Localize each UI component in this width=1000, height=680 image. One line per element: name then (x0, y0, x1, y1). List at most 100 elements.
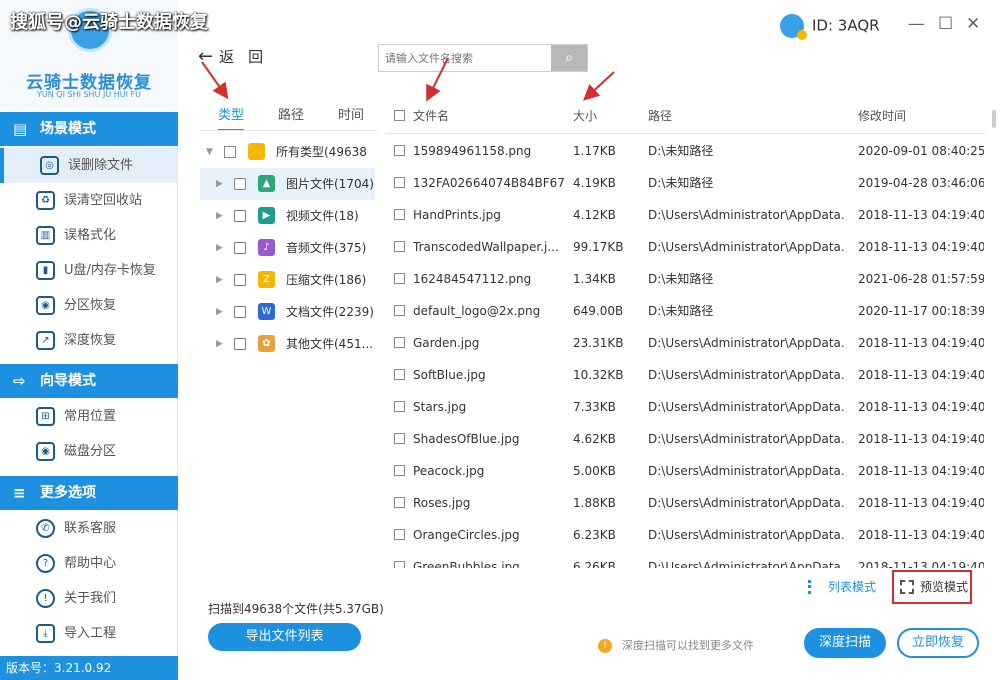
checkbox[interactable] (234, 306, 246, 318)
row-checkbox[interactable] (394, 465, 405, 476)
sidebar-item-label: 误清空回收站 (64, 193, 143, 208)
sidebar-item-deleted-files[interactable]: ◎ 误删除文件 (0, 148, 178, 183)
recycle-bin-icon: ♻ (36, 191, 55, 210)
sidebar-item-usb[interactable]: ▮ U盘/内存卡恢复 (0, 253, 178, 288)
cell-path: D:\Users\Administrator\AppData... (648, 240, 844, 254)
table-row[interactable]: Peacock.jpg 5.00KB D:\Users\Administrator\… (386, 455, 986, 487)
sidebar-item-deep[interactable]: ↗ 深度恢复 (0, 323, 178, 358)
table-row[interactable]: Roses.jpg 1.88KB D:\Users\Administrator\Ap… (386, 487, 986, 519)
tab-path[interactable]: 路径 (278, 104, 304, 129)
expand-right-icon[interactable]: ▶ (216, 264, 223, 296)
table-row[interactable]: ShadesOfBlue.jpg 4.62KB D:\Users\Administr… (386, 423, 986, 455)
tree-item-all[interactable]: ▼ 所有类型(49638) (200, 136, 375, 168)
header-modified-time[interactable]: 修改时间 (858, 98, 984, 134)
folder-icon (248, 143, 265, 160)
row-checkbox[interactable] (394, 497, 405, 508)
row-checkbox[interactable] (394, 241, 405, 252)
cell-modified-time: 2018-11-13 04:19:40 (858, 240, 984, 254)
maximize-button[interactable]: ☐ (938, 14, 953, 34)
table-row[interactable]: OrangeCircles.jpg 6.23KB D:\Users\Administ… (386, 519, 986, 551)
cell-size: 99.17KB (573, 240, 624, 254)
preview-mode-button[interactable]: 预览模式 (892, 570, 972, 604)
table-row[interactable]: Stars.jpg 7.33KB D:\Users\Administrator\Ap… (386, 391, 986, 423)
sidebar-item-import[interactable]: ⤓ 导入工程 (0, 616, 178, 651)
sidebar-item-disk-partition[interactable]: ◉ 磁盘分区 (0, 434, 178, 469)
tab-time[interactable]: 时间 (338, 104, 364, 129)
checkbox[interactable] (234, 274, 246, 286)
table-row[interactable]: GreenBubbles.jpg 6.26KB D:\Users\Administr… (386, 551, 986, 568)
cell-modified-time: 2018-11-13 04:19:40 (858, 560, 984, 568)
tree-item-images[interactable]: ▶ ▲ 图片文件(1704) (200, 168, 375, 200)
expand-right-icon[interactable]: ▶ (216, 232, 223, 264)
sidebar-item-partition[interactable]: ◉ 分区恢复 (0, 288, 178, 323)
back-button[interactable]: ← 返回 (198, 46, 263, 67)
table-row[interactable]: 132FA02664074B84BF67... 4.19KB D:\未知路径 2019… (386, 167, 986, 199)
tree-item-videos[interactable]: ▶ ▶ 视频文件(18) (200, 200, 375, 232)
sidebar-item-about[interactable]: ! 关于我们 (0, 581, 178, 616)
table-row[interactable]: SoftBlue.jpg 10.32KB D:\Users\Administrato… (386, 359, 986, 391)
checkbox[interactable] (234, 242, 246, 254)
row-checkbox[interactable] (394, 177, 405, 188)
sidebar-item-format[interactable]: ▥ 误格式化 (0, 218, 178, 253)
row-checkbox[interactable] (394, 337, 405, 348)
row-checkbox[interactable] (394, 401, 405, 412)
sidebar-item-label: 关于我们 (64, 591, 117, 606)
header-size[interactable]: 大小 (573, 98, 639, 134)
sidebar-item-recycle-bin[interactable]: ♻ 误清空回收站 (0, 183, 178, 218)
recover-now-button[interactable]: 立即恢复 (897, 628, 979, 658)
tree-item-documents[interactable]: ▶ W 文档文件(2239) (200, 296, 375, 328)
minimize-icon: — (908, 14, 925, 34)
expand-right-icon[interactable]: ▶ (216, 200, 223, 232)
row-checkbox[interactable] (394, 369, 405, 380)
expand-right-icon[interactable]: ▶ (216, 296, 223, 328)
sidebar-item-common-locations[interactable]: ⊞ 常用位置 (0, 399, 178, 434)
deep-scan-button[interactable]: 深度扫描 (804, 628, 886, 658)
expand-right-icon[interactable]: ▶ (216, 168, 223, 200)
checkbox[interactable] (234, 210, 246, 222)
sidebar-item-contact[interactable]: ✆ 联系客服 (0, 511, 178, 546)
select-all-checkbox[interactable] (394, 110, 405, 121)
tree-item-other[interactable]: ▶ ✿ 其他文件(451... (200, 328, 375, 360)
deep-scan-hint: ! 深度扫描可以找到更多文件 (598, 637, 754, 653)
close-button[interactable]: ✕ (966, 14, 980, 34)
scrollbar[interactable] (992, 110, 996, 128)
tree-item-audio[interactable]: ▶ ♪ 音频文件(375) (200, 232, 375, 264)
cell-size: 4.12KB (573, 208, 616, 222)
checkbox[interactable] (234, 338, 246, 350)
zip-icon: Z (258, 271, 275, 288)
header-filename[interactable]: 文件名 (413, 98, 565, 134)
row-checkbox[interactable] (394, 273, 405, 284)
tab-type[interactable]: 类型 (218, 104, 245, 131)
table-row[interactable]: default_logo@2x.png 649.00B D:\未知路径 2020-11… (386, 295, 986, 327)
list-mode-button[interactable]: 列表模式 (808, 578, 876, 595)
search-input[interactable] (379, 45, 551, 71)
export-list-button[interactable]: 导出文件列表 (208, 623, 361, 651)
table-row[interactable]: 159894961158.png 1.17KB D:\未知路径 2020-09-01 … (386, 135, 986, 167)
expand-right-icon[interactable]: ▶ (216, 328, 223, 360)
table-row[interactable]: 162484547112.png 1.34KB D:\未知路径 2021-06-28 … (386, 263, 986, 295)
tree-item-label: 文档文件(2239) (286, 305, 374, 319)
row-checkbox[interactable] (394, 433, 405, 444)
sidebar-item-help[interactable]: ? 帮助中心 (0, 546, 178, 581)
disk-icon: ◉ (36, 442, 55, 461)
cell-size: 1.88KB (573, 496, 616, 510)
windows-icon: ⊞ (36, 407, 55, 426)
table-row[interactable]: Garden.jpg 23.31KB D:\Users\Administrator\… (386, 327, 986, 359)
partition-icon: ◉ (36, 296, 55, 315)
row-checkbox[interactable] (394, 561, 405, 568)
row-checkbox[interactable] (394, 529, 405, 540)
search-button[interactable]: ⌕ (551, 45, 587, 71)
checkbox[interactable] (224, 146, 236, 158)
header-path[interactable]: 路径 (648, 98, 844, 134)
user-account[interactable]: ID: 3AQR (780, 14, 880, 40)
table-row[interactable]: HandPrints.jpg 4.12KB D:\Users\Administrat… (386, 199, 986, 231)
row-checkbox[interactable] (394, 305, 405, 316)
expand-down-icon[interactable]: ▼ (206, 136, 213, 168)
tree-item-archives[interactable]: ▶ Z 压缩文件(186) (200, 264, 375, 296)
row-checkbox[interactable] (394, 209, 405, 220)
file-table: 文件名 大小 路径 修改时间 159894961158.png 1.17KB D:\… (386, 98, 986, 568)
table-row[interactable]: TranscodedWallpaper.j... 99.17KB D:\Users\… (386, 231, 986, 263)
row-checkbox[interactable] (394, 145, 405, 156)
checkbox[interactable] (234, 178, 246, 190)
minimize-button[interactable]: — (908, 14, 925, 34)
